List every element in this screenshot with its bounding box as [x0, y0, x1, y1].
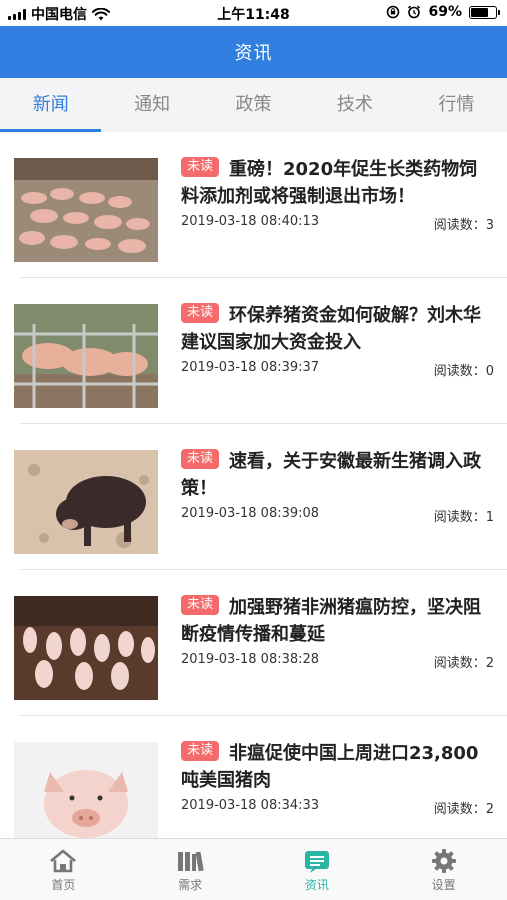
status-right: 69% [386, 4, 500, 20]
news-time: 2019-03-18 08:38:28 [181, 652, 320, 667]
alarm-icon [408, 5, 421, 19]
news-item[interactable]: 未读 重磅！2020年促生长类药物饲料添加剂或将强制退出市场！ 2019-03-… [0, 132, 507, 278]
category-tabs: 新闻 通知 政策 技术 行情 [0, 78, 507, 132]
news-thumbnail-pink-pig [14, 742, 158, 838]
news-thumbnail-piglets-pen [14, 158, 158, 262]
books-icon [175, 847, 205, 875]
news-title[interactable]: 非瘟促使中国上周进口23,800吨美国猪肉 [181, 740, 491, 794]
tab-news[interactable]: 新闻 [0, 78, 102, 132]
battery-icon [469, 5, 500, 19]
page-title: 资讯 [234, 43, 273, 64]
tabbar-label: 首页 [51, 878, 76, 892]
lock-rotation-icon [387, 5, 400, 19]
read-count: 阅读数：0 [433, 364, 494, 379]
news-time: 2019-03-18 08:34:33 [181, 798, 320, 813]
news-time: 2019-03-18 08:39:08 [181, 506, 320, 521]
news-time: 2019-03-18 08:40:13 [181, 214, 320, 229]
tabbar-settings[interactable]: 设置 [380, 839, 507, 900]
tabbar-demand[interactable]: 需求 [127, 839, 254, 900]
tabbar-news[interactable]: 资讯 [254, 839, 381, 900]
tab-notice[interactable]: 通知 [101, 78, 202, 132]
news-title[interactable]: 加强野猪非洲猪瘟防控，坚决阻断疫情传播和蔓延 [181, 594, 491, 648]
tabbar-home[interactable]: 首页 [0, 839, 127, 900]
tabbar-label: 需求 [178, 878, 203, 892]
news-thumbnail-pigs-fence [14, 304, 158, 408]
news-title[interactable]: 环保养猪资金如何破解？刘木华建议国家加大资金投入 [181, 302, 491, 356]
read-count: 阅读数：2 [433, 802, 494, 817]
news-time: 2019-03-18 08:39:37 [181, 360, 320, 375]
gear-icon [429, 847, 459, 875]
tab-technology[interactable]: 技术 [304, 78, 405, 132]
news-icon [302, 847, 332, 875]
battery-percent: 69% [428, 4, 462, 20]
news-item[interactable]: 未读 速看，关于安徽最新生猪调入政策！ 2019-03-18 08:39:08 … [0, 424, 507, 570]
news-list[interactable]: 未读 重磅！2020年促生长类药物饲料添加剂或将强制退出市场！ 2019-03-… [0, 132, 507, 838]
news-title[interactable]: 重磅！2020年促生长类药物饲料添加剂或将强制退出市场！ [181, 156, 491, 210]
home-icon [48, 847, 78, 875]
news-title[interactable]: 速看，关于安徽最新生猪调入政策！ [181, 448, 491, 502]
news-item[interactable]: 未读 环保养猪资金如何破解？刘木华建议国家加大资金投入 2019-03-18 0… [0, 278, 507, 424]
news-item[interactable]: 未读 加强野猪非洲猪瘟防控，坚决阻断疫情传播和蔓延 2019-03-18 08:… [0, 570, 507, 716]
tab-policy[interactable]: 政策 [203, 78, 304, 132]
read-count: 阅读数：1 [433, 510, 494, 525]
news-thumbnail-black-piglet [14, 450, 158, 554]
tab-market[interactable]: 行情 [406, 78, 507, 132]
news-item[interactable]: 未读 非瘟促使中国上周进口23,800吨美国猪肉 2019-03-18 08:3… [0, 716, 507, 838]
tabbar-label: 设置 [431, 878, 456, 892]
tabbar-label: 资讯 [304, 878, 329, 892]
read-count: 阅读数：3 [433, 218, 494, 233]
news-thumbnail-white-piglets [14, 596, 158, 700]
nav-header: 资讯 [0, 26, 507, 78]
read-count: 阅读数：2 [433, 656, 494, 671]
status-bar: 中国电信 上午11:48 69% [0, 0, 507, 26]
bottom-tab-bar: 首页 需求 资讯 设置 [0, 838, 507, 900]
